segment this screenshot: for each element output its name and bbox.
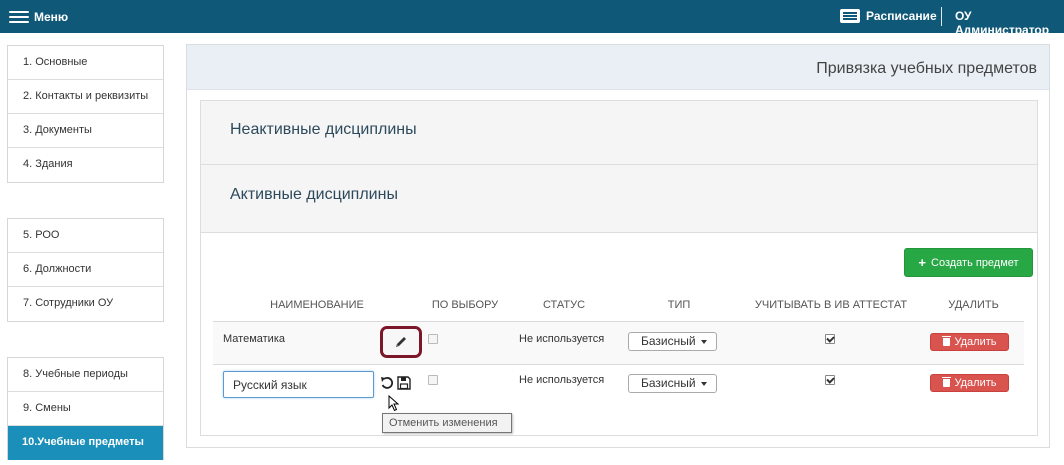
- trash-icon: [941, 377, 951, 387]
- menu-label: Меню: [34, 10, 69, 24]
- sidebar-item-subjects[interactable]: 10.Учебные предметы: [8, 426, 163, 460]
- schedule-icon: [840, 9, 860, 23]
- active-disciplines-header[interactable]: Активные дисциплины: [201, 165, 1037, 233]
- column-header-delete: УДАЛИТЬ: [948, 299, 999, 311]
- certificate-checkbox[interactable]: [825, 375, 835, 385]
- hamburger-icon: [9, 10, 29, 24]
- table-divider: [213, 364, 1024, 365]
- schedule-link[interactable]: Расписание: [840, 8, 937, 24]
- create-subject-button[interactable]: + Создать предмет: [904, 248, 1033, 277]
- save-icon[interactable]: [397, 376, 411, 390]
- sidebar-item-employees[interactable]: 7. Сотрудники ОУ: [8, 287, 163, 321]
- column-header-type: ТИП: [667, 299, 691, 311]
- sidebar-item-basic[interactable]: 1. Основные: [8, 46, 163, 80]
- navbar-divider: [941, 7, 942, 26]
- create-subject-label: Создать предмет: [931, 256, 1019, 269]
- delete-button[interactable]: Удалить: [930, 333, 1009, 351]
- subject-name: Математика: [223, 333, 285, 345]
- column-header-name: НАИМЕНОВАНИЕ: [270, 299, 364, 311]
- sidebar-item-contacts[interactable]: 2. Контакты и реквизиты: [8, 80, 163, 114]
- delete-button[interactable]: Удалить: [930, 374, 1009, 392]
- schedule-label: Расписание: [866, 9, 937, 23]
- edit-button[interactable]: [380, 326, 422, 358]
- inactive-disciplines-title: Неактивные дисциплины: [230, 121, 417, 138]
- sidebar-group-staff: 5. РОО 6. Должности 7. Сотрудники ОУ: [7, 218, 164, 322]
- user-menu[interactable]: ОУ Администратор: [955, 9, 1064, 37]
- sidebar-item-documents[interactable]: 3. Документы: [8, 114, 163, 148]
- tooltip: Отменить изменения: [382, 413, 512, 433]
- page-title: Привязка учебных предметов: [816, 60, 1037, 77]
- delete-label: Удалить: [954, 377, 997, 389]
- sidebar-item-shifts[interactable]: 9. Смены: [8, 392, 163, 426]
- column-header-status: СТАТУС: [542, 299, 586, 311]
- chevron-down-icon: [701, 382, 707, 386]
- chevron-down-icon: [701, 340, 707, 344]
- sidebar-group-education: 8. Учебные периоды 9. Смены 10.Учебные п…: [7, 357, 164, 460]
- delete-label: Удалить: [954, 336, 997, 348]
- sidebar-item-buildings[interactable]: 4. Здания: [8, 148, 163, 182]
- optional-checkbox[interactable]: [428, 334, 438, 344]
- type-select[interactable]: Базисный: [628, 332, 717, 351]
- table-row: [213, 322, 1024, 364]
- type-select-value: Базисный: [641, 376, 696, 390]
- main-header: Привязка учебных предметов: [187, 45, 1049, 90]
- inactive-disciplines-header[interactable]: Неактивные дисциплины: [201, 101, 1037, 164]
- sidebar-item-roo[interactable]: 5. РОО: [8, 219, 163, 253]
- inactive-disciplines-panel: Неактивные дисциплины: [200, 100, 1038, 165]
- sidebar-item-positions[interactable]: 6. Должности: [8, 253, 163, 287]
- type-select[interactable]: Базисный: [628, 374, 717, 393]
- optional-checkbox[interactable]: [428, 375, 438, 385]
- column-header-optional: ПО ВЫБОРУ: [431, 299, 499, 311]
- type-select-value: Базисный: [641, 334, 696, 348]
- certificate-checkbox[interactable]: [825, 334, 835, 344]
- subject-name-input[interactable]: [223, 371, 374, 398]
- pencil-icon: [396, 337, 406, 347]
- menu-button[interactable]: Меню: [9, 9, 68, 25]
- column-header-certificate: УЧИТЫВАТЬ В ИВ АТТЕСТАТ: [754, 299, 908, 311]
- status-text: Не используется: [519, 374, 605, 386]
- sidebar-group-org: 1. Основные 2. Контакты и реквизиты 3. Д…: [7, 45, 164, 183]
- undo-icon[interactable]: [380, 376, 394, 390]
- status-text: Не используется: [519, 333, 605, 345]
- plus-icon: +: [918, 255, 926, 270]
- trash-icon: [941, 336, 951, 346]
- active-disciplines-title: Активные дисциплины: [230, 186, 398, 203]
- top-navbar: Меню Расписание ОУ Администратор: [0, 0, 1064, 37]
- mouse-cursor-icon: [388, 395, 400, 412]
- sidebar-item-periods[interactable]: 8. Учебные периоды: [8, 358, 163, 392]
